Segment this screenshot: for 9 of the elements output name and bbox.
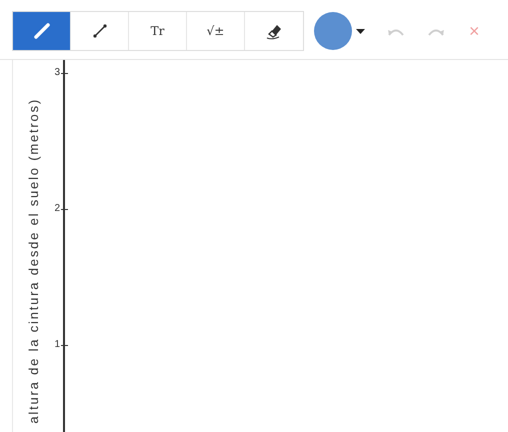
axis-label: altura de la cintura desde el suelo (metros)	[27, 98, 41, 424]
caret-icon	[356, 28, 365, 34]
color-picker-button[interactable]	[314, 12, 365, 50]
tick-label: 3	[54, 68, 60, 78]
pen-icon	[32, 22, 50, 40]
pen-tool-button[interactable]	[13, 12, 71, 50]
tick-label: 2	[54, 204, 60, 214]
line-segment-icon	[92, 23, 108, 39]
tick-label: 1	[54, 340, 60, 350]
